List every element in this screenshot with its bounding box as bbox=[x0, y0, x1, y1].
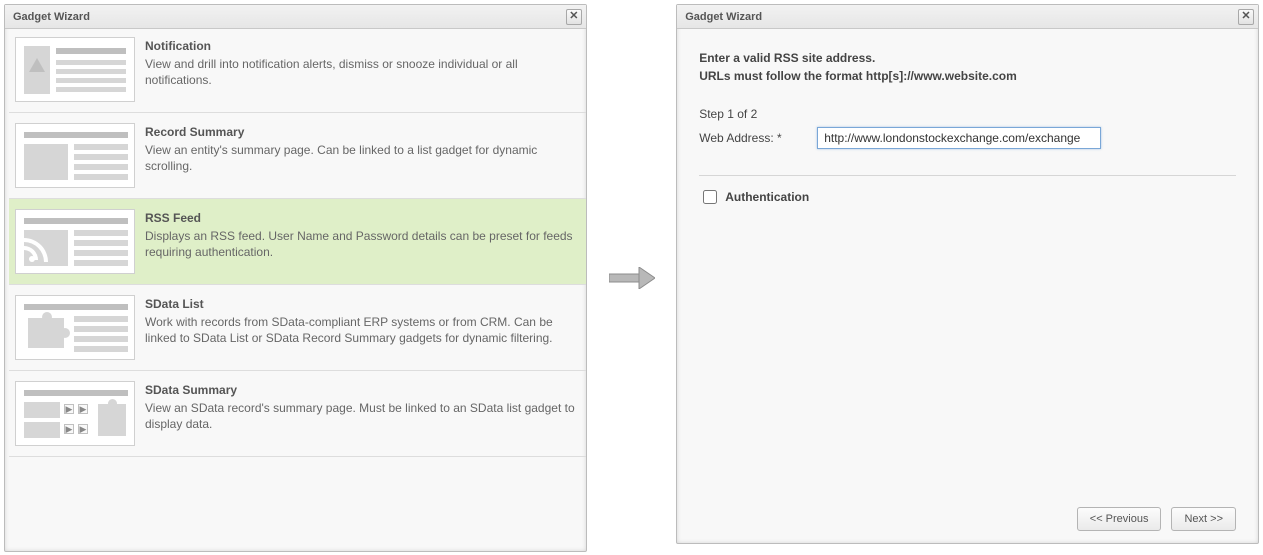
gadget-wizard-dialog-left: Gadget Wizard ✕ from a single gadget. bbox=[4, 4, 587, 552]
instruction-line-2: URLs must follow the format http[s]://ww… bbox=[699, 67, 1236, 85]
gadget-title: Notification bbox=[145, 39, 578, 53]
previous-button[interactable]: << Previous bbox=[1077, 507, 1162, 531]
close-button-right[interactable]: ✕ bbox=[1238, 9, 1254, 25]
gadget-title: SData List bbox=[145, 297, 578, 311]
scroll-filler bbox=[9, 457, 586, 551]
gadget-thumb-icon bbox=[15, 209, 135, 274]
arrow-icon bbox=[607, 4, 656, 552]
close-icon: ✕ bbox=[1241, 11, 1250, 22]
divider bbox=[699, 175, 1236, 176]
titlebar-left: Gadget Wizard ✕ bbox=[5, 5, 586, 29]
gadget-thumb-icon bbox=[15, 295, 135, 360]
gadget-desc: Displays an RSS feed. User Name and Pass… bbox=[145, 228, 578, 260]
dialog-title-right: Gadget Wizard bbox=[685, 11, 762, 23]
gadget-title: SData Summary bbox=[145, 383, 578, 397]
titlebar-right: Gadget Wizard ✕ bbox=[677, 5, 1258, 29]
next-button[interactable]: Next >> bbox=[1171, 507, 1236, 531]
gadget-desc: View an SData record's summary page. Mus… bbox=[145, 400, 578, 432]
gadget-thumb-icon bbox=[15, 37, 135, 102]
gadget-thumb-icon bbox=[15, 123, 135, 188]
gadget-list[interactable]: from a single gadget. Notification View … bbox=[5, 29, 586, 551]
close-icon: ✕ bbox=[569, 11, 578, 22]
instruction-line-1: Enter a valid RSS site address. bbox=[699, 49, 1236, 67]
web-address-label: Web Address: * bbox=[699, 131, 799, 145]
gadget-title: RSS Feed bbox=[145, 211, 578, 225]
instruction-text: Enter a valid RSS site address. URLs mus… bbox=[699, 49, 1236, 85]
gadget-item-notification[interactable]: Notification View and drill into notific… bbox=[9, 29, 586, 113]
web-address-input[interactable] bbox=[817, 127, 1101, 149]
gadget-desc: Work with records from SData-compliant E… bbox=[145, 314, 578, 346]
authentication-label: Authentication bbox=[725, 190, 809, 204]
gadget-title: Record Summary bbox=[145, 125, 578, 139]
close-button-left[interactable]: ✕ bbox=[566, 9, 582, 25]
gadget-desc: View and drill into notification alerts,… bbox=[145, 56, 578, 88]
gadget-thumb-icon: ▶▶▶▶ bbox=[15, 381, 135, 446]
dialog-title-left: Gadget Wizard bbox=[13, 11, 90, 23]
gadget-item-sdata-summary[interactable]: ▶▶▶▶ SData Summary View an SData record'… bbox=[9, 371, 586, 457]
authentication-checkbox[interactable] bbox=[703, 190, 717, 204]
gadget-desc: View an entity's summary page. Can be li… bbox=[145, 142, 578, 174]
step-indicator: Step 1 of 2 bbox=[699, 107, 1236, 121]
gadget-item-sdata-list[interactable]: SData List Work with records from SData-… bbox=[9, 285, 586, 371]
gadget-item-rss-feed[interactable]: RSS Feed Displays an RSS feed. User Name… bbox=[9, 199, 586, 285]
gadget-item-record-summary[interactable]: Record Summary View an entity's summary … bbox=[9, 113, 586, 199]
gadget-wizard-dialog-right: Gadget Wizard ✕ Enter a valid RSS site a… bbox=[676, 4, 1259, 544]
